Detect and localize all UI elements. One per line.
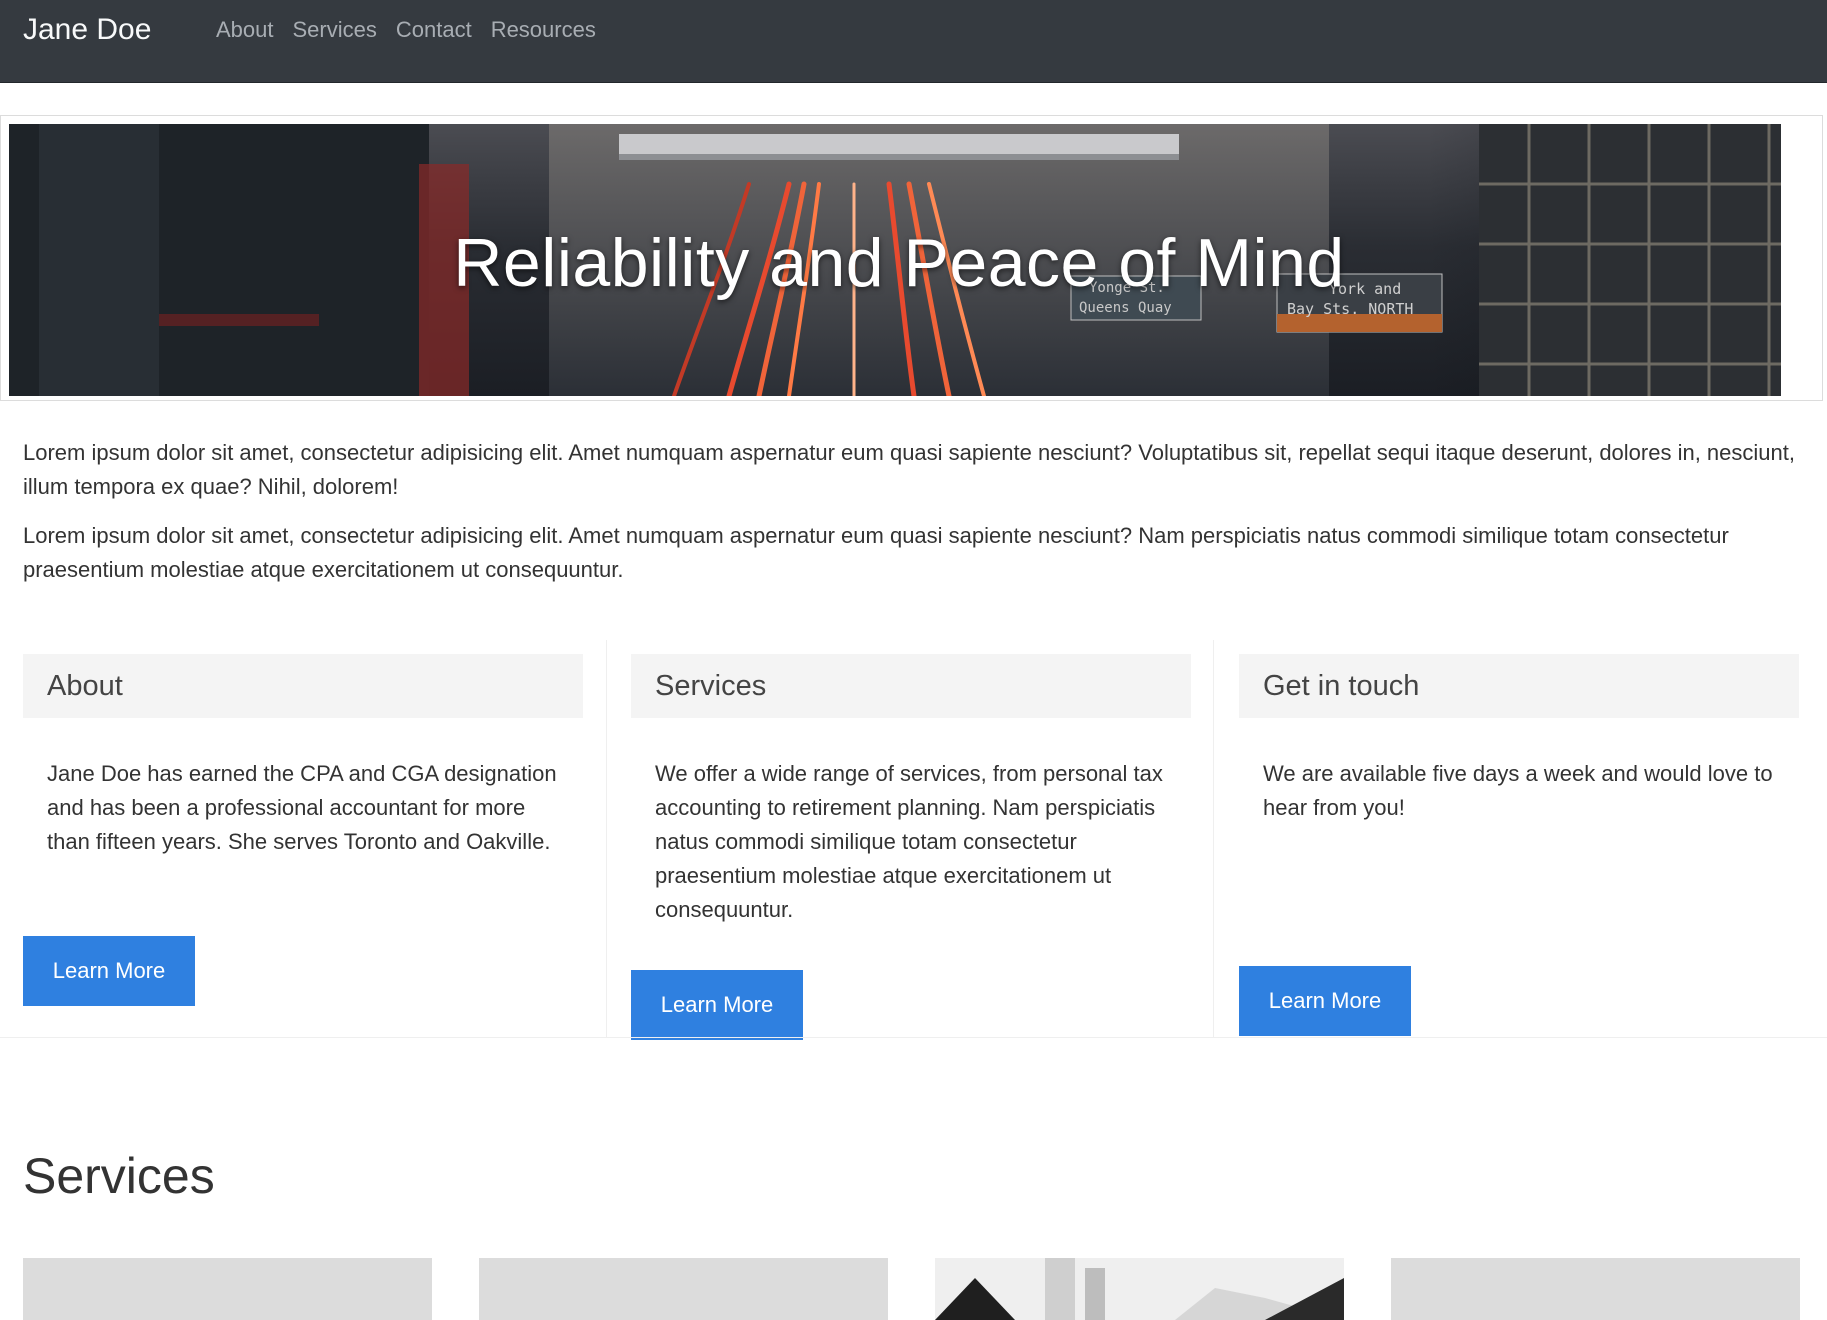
nav-link-about[interactable]: About <box>216 15 274 45</box>
service-thumbnail-2[interactable] <box>479 1258 888 1320</box>
card-contact: Get in touch We are available five days … <box>1214 640 1827 1037</box>
card-services-title: Services <box>631 654 1191 718</box>
top-navbar: Jane Doe About Services Contact Resource… <box>0 0 1827 83</box>
services-learn-more-button[interactable]: Learn More <box>631 970 803 1040</box>
sign-text-2: Queens Quay <box>1079 300 1172 316</box>
card-about-text: Jane Doe has earned the CPA and CGA desi… <box>47 761 557 854</box>
nav-link-resources[interactable]: Resources <box>491 15 596 45</box>
hero-title: Reliability and Peace of Mind <box>453 225 1345 301</box>
about-learn-more-button[interactable]: Learn More <box>23 936 195 1006</box>
card-services-text: We offer a wide range of services, from … <box>655 761 1163 922</box>
card-contact-text: We are available five days a week and wo… <box>1263 761 1773 820</box>
contact-learn-more-button[interactable]: Learn More <box>1239 966 1411 1036</box>
service-thumbnail-1[interactable] <box>23 1258 432 1320</box>
service-photo <box>935 1258 1344 1320</box>
hero-banner: Yonge St. Queens Quay York and Bay Sts. … <box>9 124 1781 396</box>
nav-links: About Services Contact Resources <box>216 15 596 45</box>
intro-paragraph-2: Lorem ipsum dolor sit amet, consectetur … <box>23 523 1729 582</box>
card-about: About Jane Doe has earned the CPA and CG… <box>0 640 607 1037</box>
intro-paragraph-1: Lorem ipsum dolor sit amet, consectetur … <box>23 440 1795 499</box>
nav-link-services[interactable]: Services <box>293 15 377 45</box>
brand-link[interactable]: Jane Doe <box>23 12 151 48</box>
sign-text-4: Bay Sts. NORTH <box>1287 300 1413 318</box>
intro-section: Lorem ipsum dolor sit amet, consectetur … <box>23 436 1803 602</box>
hero-frame: Yonge St. Queens Quay York and Bay Sts. … <box>0 115 1823 401</box>
card-about-title: About <box>23 654 583 718</box>
service-thumbnail-3[interactable] <box>935 1258 1344 1320</box>
services-heading: Services <box>23 1148 215 1204</box>
service-thumbnail-4[interactable] <box>1391 1258 1800 1320</box>
card-contact-title: Get in touch <box>1239 654 1799 718</box>
nav-link-contact[interactable]: Contact <box>396 15 472 45</box>
card-services: Services We offer a wide range of servic… <box>607 640 1214 1040</box>
cards-divider <box>0 1037 1827 1038</box>
